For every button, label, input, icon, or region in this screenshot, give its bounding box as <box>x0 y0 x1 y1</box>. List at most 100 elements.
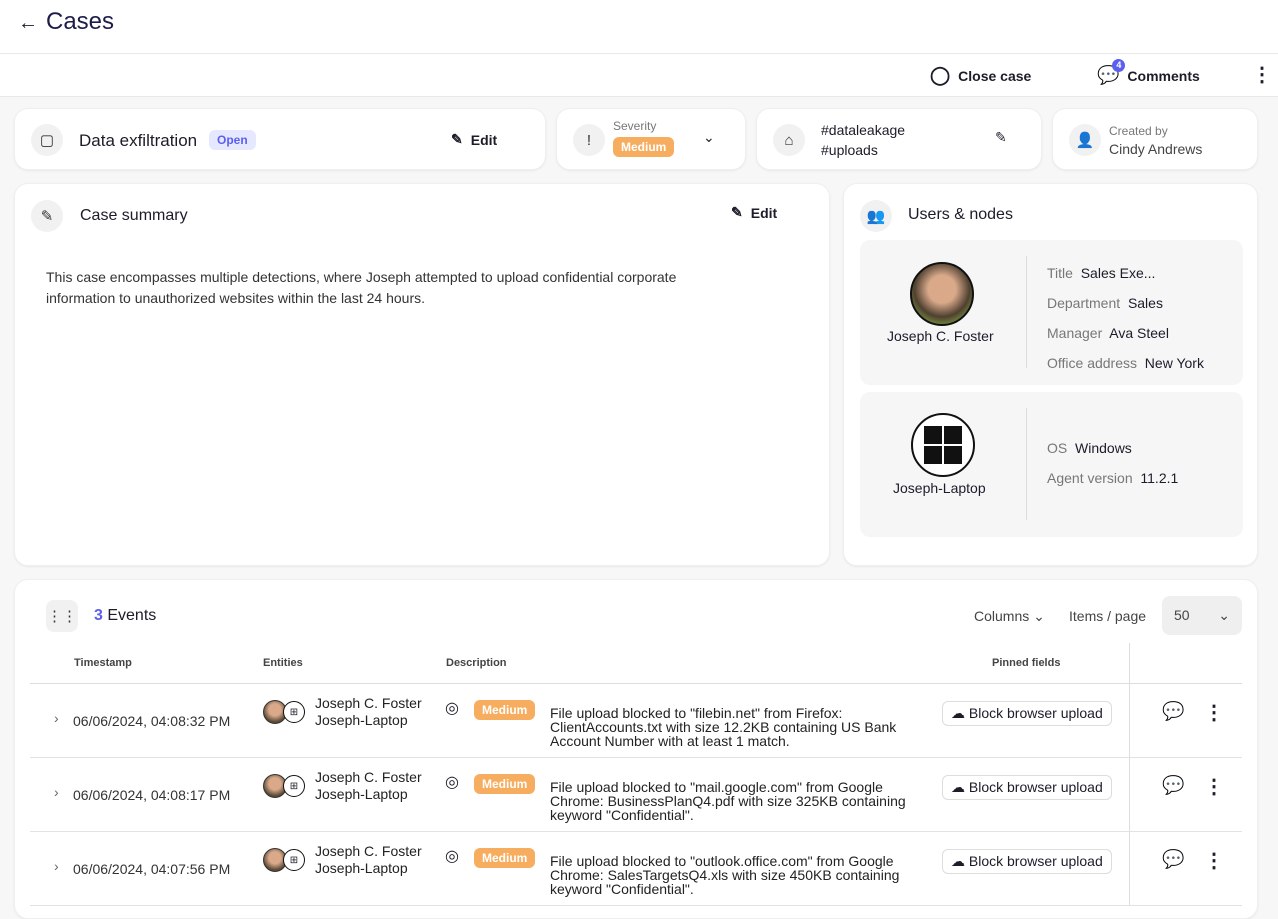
entity-names[interactable]: Joseph C. Foster Joseph-Laptop <box>315 695 422 729</box>
chevron-down-icon[interactable]: ⌄ <box>703 129 715 146</box>
expand-chevron-icon[interactable]: › <box>54 784 59 800</box>
column-header-pinned-fields[interactable]: Pinned fields <box>992 657 1060 669</box>
node-fields: OS Windows Agent version 11.2.1 <box>1047 433 1178 493</box>
more-menu-icon[interactable]: ⋮ <box>1252 62 1272 87</box>
severity-badge: Medium <box>474 848 536 868</box>
entity-avatars: ⊞ <box>263 848 305 872</box>
node-entity[interactable]: Joseph-Laptop OS Windows Agent version 1… <box>860 392 1243 537</box>
notes-icon: ✎ <box>31 200 63 232</box>
event-row[interactable]: › 06/06/2024, 04:08:32 PM ⊞ Joseph C. Fo… <box>30 684 1242 758</box>
entity-user: Joseph C. Foster <box>315 769 422 785</box>
severity-badge: Medium <box>613 137 675 157</box>
case-name-card: ▢ Data exfiltration Open ✎ Edit <box>14 108 546 170</box>
user-fields: Title Sales Exe... Department Sales Mana… <box>1047 258 1204 378</box>
field-label: Title <box>1047 265 1073 281</box>
top-bar: ← Cases <box>0 0 1278 54</box>
pencil-icon: ✎ <box>451 131 463 147</box>
event-row[interactable]: › 06/06/2024, 04:08:17 PM ⊞ Joseph C. Fo… <box>30 758 1242 832</box>
field-label: Department <box>1047 295 1121 311</box>
users-nodes-card: 👥 Users & nodes Joseph C. Foster Title S… <box>843 183 1258 566</box>
field-value: New York <box>1144 355 1204 371</box>
column-header-description[interactable]: Description <box>446 657 507 669</box>
event-description: File upload blocked to "filebin.net" fro… <box>550 705 897 749</box>
page-size-value: 50 <box>1174 607 1190 623</box>
detection-icon: ◎ <box>445 700 459 717</box>
entity-node: Joseph-Laptop <box>315 860 408 876</box>
comment-icon[interactable]: 💬 <box>1162 849 1184 870</box>
user-name: Joseph C. Foster <box>887 328 994 344</box>
field-value: 11.2.1 <box>1140 470 1179 486</box>
field-label: OS <box>1047 440 1068 456</box>
summary-title: Case summary <box>80 207 188 224</box>
user-entity[interactable]: Joseph C. Foster Title Sales Exe... Depa… <box>860 240 1243 385</box>
user-avatar <box>910 262 974 326</box>
users-nodes-title: Users & nodes <box>908 206 1013 223</box>
items-per-page-label: Items / page <box>1069 608 1147 624</box>
detection-icon: ◎ <box>445 774 459 791</box>
comments-badge: 4 <box>1112 59 1126 72</box>
pinned-field-chip[interactable]: ☁ Block browser upload <box>942 701 1112 726</box>
created-by-card: 👤 Created by Cindy Andrews <box>1052 108 1258 170</box>
back-arrow-icon[interactable]: ← <box>18 12 38 35</box>
comment-icon[interactable]: 💬 <box>1162 701 1184 722</box>
pinned-field-chip[interactable]: ☁ Block browser upload <box>942 849 1112 874</box>
detection-icon: ◎ <box>445 848 459 865</box>
field-label: Agent version <box>1047 470 1133 486</box>
briefcase-icon: ▢ <box>31 124 63 156</box>
edit-label: Edit <box>470 131 498 148</box>
check-circle-icon: ◯ <box>930 65 951 85</box>
pinned-field-label: Block browser upload <box>968 705 1103 721</box>
comments-button[interactable]: 💬 4 Comments <box>1097 59 1200 86</box>
windows-icon: ⊞ <box>283 701 305 723</box>
severity-badge: Medium <box>474 774 536 794</box>
entity-avatars: ⊞ <box>263 774 305 798</box>
entity-node: Joseph-Laptop <box>315 786 408 802</box>
row-more-icon[interactable]: ⋮ <box>1204 700 1224 725</box>
column-header-entities[interactable]: Entities <box>263 657 303 669</box>
windows-icon: ⊞ <box>283 849 305 871</box>
column-header-timestamp[interactable]: Timestamp <box>74 657 132 669</box>
users-icon: 👥 <box>860 200 892 232</box>
status-badge: Open <box>209 130 256 150</box>
edit-label: Edit <box>750 204 778 221</box>
windows-icon <box>911 413 975 477</box>
expand-chevron-icon[interactable]: › <box>54 858 59 874</box>
grid-icon: ⋮⋮ <box>46 600 78 632</box>
expand-chevron-icon[interactable]: › <box>54 710 59 726</box>
row-more-icon[interactable]: ⋮ <box>1204 774 1224 799</box>
user-icon: 👤 <box>1069 124 1101 156</box>
event-description: File upload blocked to "outlook.office.c… <box>550 853 900 897</box>
severity-card[interactable]: ! Severity Medium ⌄ <box>556 108 746 170</box>
alert-circle-icon: ! <box>573 124 605 156</box>
entity-names[interactable]: Joseph C. Foster Joseph-Laptop <box>315 769 422 803</box>
events-title: Events <box>107 607 157 624</box>
windows-icon: ⊞ <box>283 775 305 797</box>
close-case-button[interactable]: ◯ Close case <box>930 65 1031 86</box>
event-row[interactable]: › 06/06/2024, 04:07:56 PM ⊞ Joseph C. Fo… <box>30 832 1242 906</box>
edit-summary-button[interactable]: ✎ Edit <box>731 204 777 221</box>
page-title: Cases <box>46 8 115 35</box>
pinned-field-label: Block browser upload <box>968 853 1103 869</box>
pinned-field-chip[interactable]: ☁ Block browser upload <box>942 775 1112 800</box>
tags-card: ⌂ #dataleakage #uploads ✎ <box>756 108 1042 170</box>
entity-avatars: ⊞ <box>263 700 305 724</box>
node-name: Joseph-Laptop <box>893 480 986 496</box>
tag: #dataleakage <box>821 122 906 138</box>
created-by-label: Created by <box>1109 124 1168 138</box>
edit-tags-pencil-icon[interactable]: ✎ <box>995 129 1007 146</box>
comment-icon[interactable]: 💬 <box>1162 775 1184 796</box>
comment-icon: 💬 4 <box>1097 59 1126 86</box>
event-timestamp: 06/06/2024, 04:08:17 PM <box>73 787 231 803</box>
event-description: File upload blocked to "mail.google.com"… <box>550 779 906 823</box>
field-value: Windows <box>1075 440 1132 456</box>
row-more-icon[interactable]: ⋮ <box>1204 848 1224 873</box>
columns-button[interactable]: Columns ⌄ <box>974 608 1045 625</box>
field-value: Ava Steel <box>1109 325 1169 341</box>
field-label: Manager <box>1047 325 1103 341</box>
page-size-select[interactable]: 50 ⌄ <box>1162 596 1242 635</box>
severity-badge: Medium <box>474 700 536 720</box>
created-by-value: Cindy Andrews <box>1109 141 1203 157</box>
entity-names[interactable]: Joseph C. Foster Joseph-Laptop <box>315 843 422 877</box>
comments-label: Comments <box>1127 67 1200 84</box>
edit-case-button[interactable]: ✎ Edit <box>451 131 497 148</box>
